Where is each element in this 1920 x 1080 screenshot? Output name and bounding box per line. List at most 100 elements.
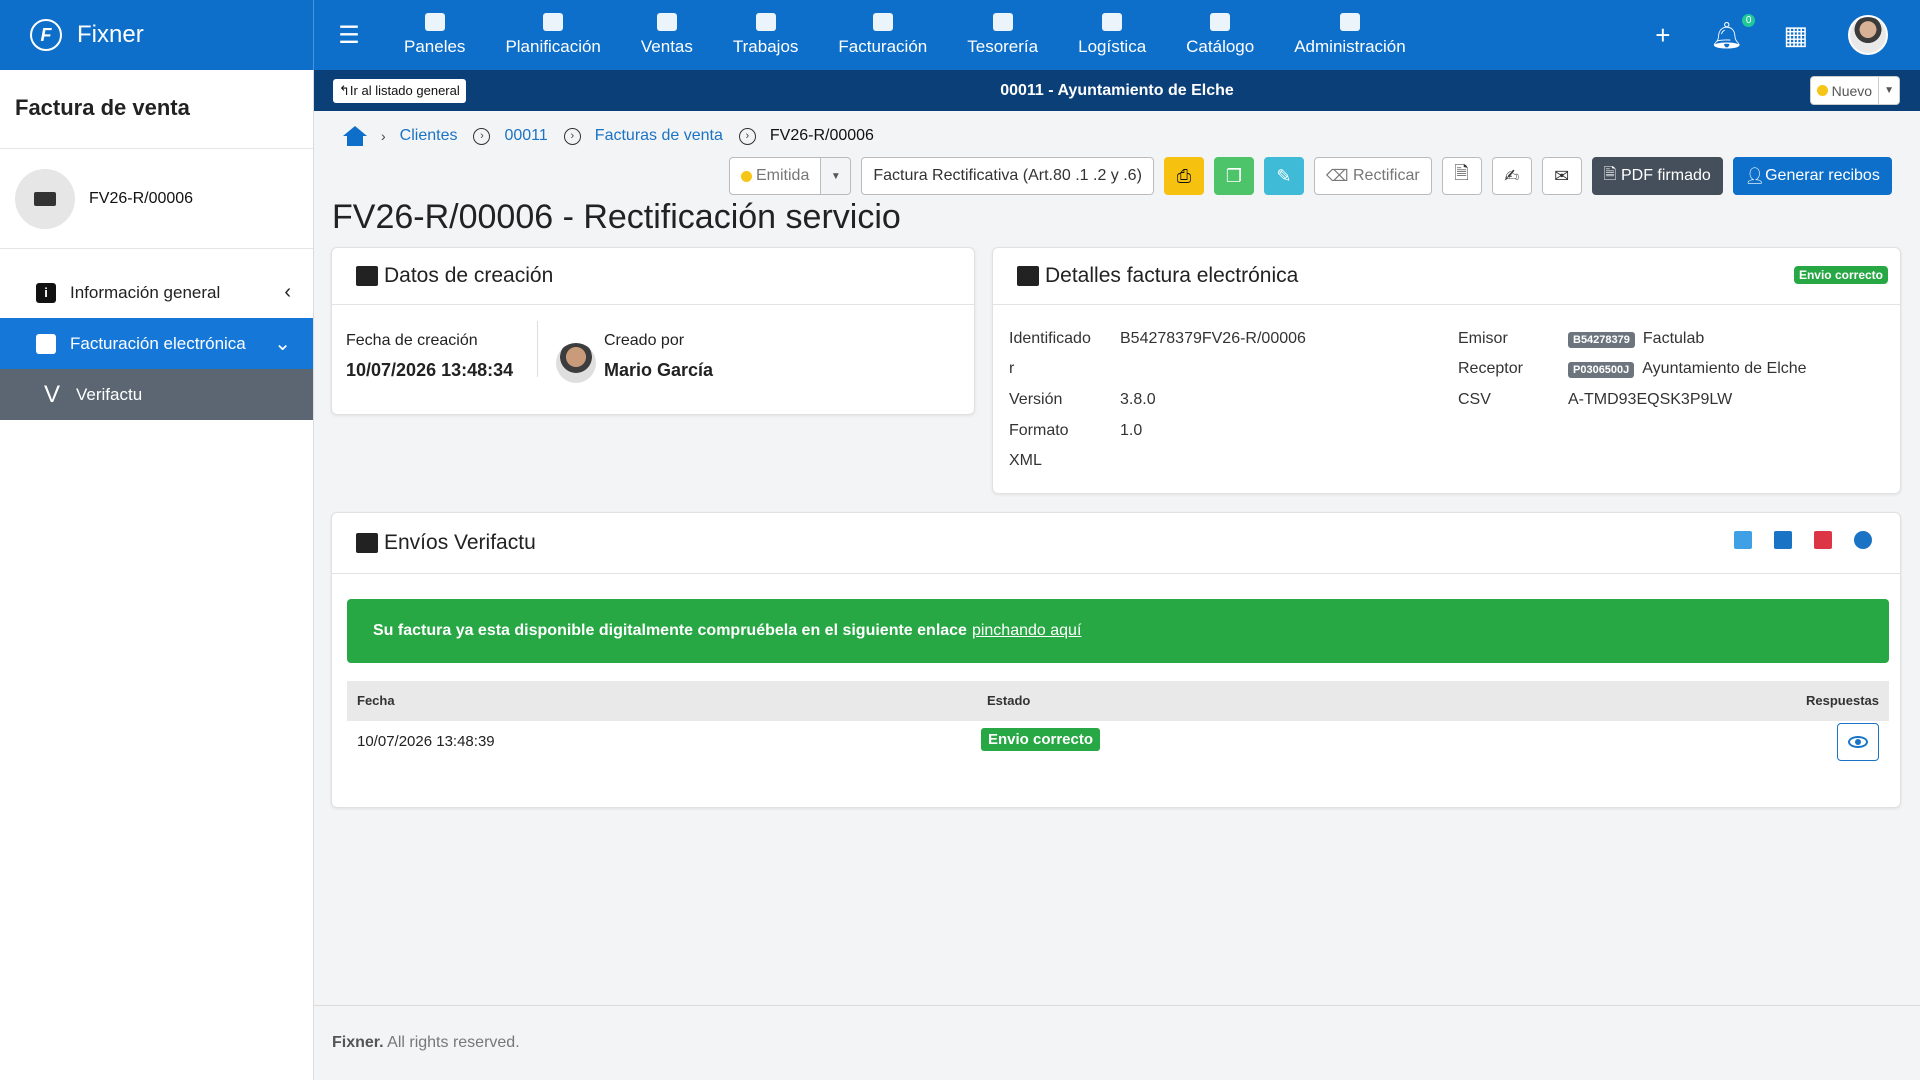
file-download-icon[interactable] (1774, 531, 1792, 549)
sidebar-menu: i Información general ‹ Facturación elec… (0, 267, 313, 420)
chevron-down-icon[interactable]: ▼ (821, 157, 852, 195)
receptor-label: Receptor (1458, 360, 1523, 377)
send-icon[interactable] (1734, 531, 1752, 549)
table-row: 10/07/2026 13:48:39 Envio correcto (347, 721, 1889, 771)
nav-ventas[interactable]: Ventas (621, 0, 713, 70)
breadcrumb-current: FV26-R/00006 (769, 127, 874, 144)
copy-icon[interactable]: ❐ (1213, 157, 1254, 195)
info-icon: i (36, 282, 56, 303)
receptor-row: P0306500J Ayuntamiento de Elche (1568, 360, 1807, 378)
nav-planificacion[interactable]: Planificación (485, 0, 620, 70)
chevron-down-icon[interactable]: ▼ (1878, 77, 1899, 104)
plus-icon[interactable]: + (1655, 20, 1670, 51)
xml-file-icon[interactable]: 🗎︎ (1441, 157, 1482, 195)
sidebar-item-verifactu[interactable]: V Verifactu (0, 369, 313, 420)
print-icon[interactable]: ⎙ (1163, 157, 1204, 195)
sidebar: Factura de venta FV26-R/00006 i Informac… (0, 70, 314, 1080)
identificador-label-2: r (1009, 360, 1015, 377)
sidebar-item-label: Información general (70, 282, 221, 302)
column-header-fecha: Fecha (357, 693, 395, 708)
logistics-icon (1102, 13, 1123, 31)
sidebar-document: FV26-R/00006 (0, 149, 313, 249)
home-icon[interactable] (343, 126, 367, 146)
page-title: FV26-R/00006 - Rectificación servicio (332, 198, 901, 236)
creation-data-card: Datos de creación Fecha de creación 10/0… (331, 247, 975, 415)
pdf-firmado-button[interactable]: 🗎︎ PDF firmado (1591, 157, 1723, 195)
card-title: Envíos Verifactu (384, 531, 536, 554)
fecha-creacion-label: Fecha de creación (346, 332, 478, 349)
nav-label: Facturación (838, 37, 928, 56)
hamburger-menu-icon[interactable]: ☰ (314, 0, 384, 70)
document-avatar (15, 168, 75, 229)
invoice-type-button[interactable]: Factura Rectificativa (Art.80 .1 .2 y .6… (861, 157, 1154, 195)
nav-catalogo[interactable]: Catálogo (1166, 0, 1274, 70)
nav-trabajos[interactable]: Trabajos (713, 0, 819, 70)
money-bill-icon (34, 191, 56, 206)
nav-label: Administración (1294, 37, 1406, 56)
user-avatar[interactable] (1848, 15, 1888, 55)
back-label: Ir al listado general (349, 82, 460, 98)
breadcrumb-facturas[interactable]: Facturas de venta (595, 127, 723, 145)
back-to-list-button[interactable]: ↰Ir al listado general (333, 78, 466, 103)
identificador-value: B54278379FV26-R/00006 (1120, 330, 1306, 347)
user-icon: 👤︎ (1744, 168, 1766, 185)
rectificar-button[interactable]: ⌫ Rectificar (1313, 157, 1432, 195)
pdf-firmado-label: PDF firmado (1620, 167, 1711, 184)
generar-recibos-button[interactable]: 👤︎ Generar recibos (1732, 157, 1892, 195)
receptor-tag: P0306500J (1568, 362, 1635, 378)
envelope-icon[interactable]: ✉ (1541, 157, 1582, 195)
chevron-circle-icon: › (738, 127, 756, 145)
edit-icon[interactable]: ✎ (1263, 157, 1304, 195)
verifactu-submissions-card: Envíos Verifactu Su factura ya esta disp… (331, 512, 1901, 808)
catalog-icon (1210, 13, 1231, 31)
emisor-value: Factulab (1642, 330, 1705, 347)
sidebar-item-informacion-general[interactable]: i Información general ‹ (0, 267, 313, 318)
e-invoice-details-card: Detalles factura electrónica Envio corre… (992, 247, 1901, 494)
signature-icon[interactable]: ✍︎ (1491, 157, 1532, 195)
nav-facturacion[interactable]: Facturación (818, 0, 947, 70)
chevron-down-icon: ⌄ (274, 333, 291, 355)
sidebar-item-label: Verifactu (76, 384, 143, 404)
card-title: Datos de creación (384, 264, 554, 287)
creado-por-value: Mario García (604, 360, 714, 380)
row-estado-badge: Envio correcto (981, 728, 1101, 751)
emisor-tag: B54278379 (1568, 332, 1635, 348)
calendar-icon (543, 13, 564, 31)
rectificar-label: Rectificar (1352, 167, 1420, 184)
creator-avatar (556, 343, 596, 383)
breadcrumb-cliente[interactable]: 00011 (504, 127, 547, 145)
nav-label: Ventas (640, 37, 693, 56)
nav-label: Planificación (505, 37, 601, 56)
refresh-icon[interactable] (1854, 531, 1872, 549)
nuevo-status-dropdown[interactable]: Nuevo ▼ (1809, 76, 1900, 105)
column-header-estado: Estado (987, 693, 1031, 708)
identificador-label-1: Identificado (1009, 330, 1091, 347)
status-label: Nuevo (1831, 82, 1873, 99)
alert-link[interactable]: pinchando aquí (972, 622, 1081, 640)
divider (537, 321, 538, 377)
status-dot-icon (1816, 85, 1828, 96)
csv-label: CSV (1458, 391, 1491, 408)
nav-label: Catálogo (1186, 37, 1255, 56)
apps-grid-icon[interactable]: ▦ (1783, 20, 1808, 51)
brand-name: Fixner (77, 21, 144, 48)
breadcrumb-clientes[interactable]: Clientes (400, 127, 458, 145)
nav-administracion[interactable]: Administración (1274, 0, 1426, 70)
top-navbar: F Fixner ☰ Paneles Planificación Ventas … (0, 0, 1920, 70)
money-icon (992, 13, 1013, 31)
invoice-toolbar: Emitida ▼ Factura Rectificativa (Art.80 … (729, 157, 1902, 195)
file-delete-icon[interactable] (1814, 531, 1832, 549)
status-button[interactable]: Emitida (729, 157, 822, 195)
chevron-right-icon: › (381, 128, 386, 144)
footer-text: All rights reserved. (387, 1034, 520, 1051)
nav-label: Paneles (404, 37, 466, 56)
nav-tesoreria[interactable]: Tesorería (947, 0, 1058, 70)
sidebar-item-facturacion-electronica[interactable]: Facturación electrónica ⌄ (0, 318, 313, 369)
brand[interactable]: F Fixner (0, 0, 314, 70)
sidebar-title: Factura de venta (0, 70, 313, 149)
nav-logistica[interactable]: Logística (1058, 0, 1166, 70)
bell-icon[interactable]: 🔔︎ 0 (1710, 13, 1756, 51)
nav-paneles[interactable]: Paneles (384, 0, 485, 70)
gear-icon (1339, 13, 1360, 31)
view-response-button[interactable] (1837, 723, 1879, 761)
